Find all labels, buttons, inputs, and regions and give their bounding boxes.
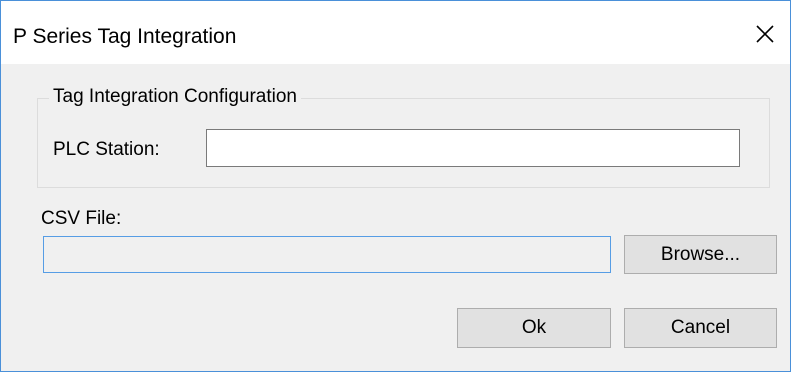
browse-button[interactable]: Browse...	[624, 235, 777, 274]
group-legend: Tag Integration Configuration	[49, 86, 301, 108]
plc-station-field[interactable]	[206, 129, 740, 167]
csv-file-label: CSV File:	[41, 208, 122, 229]
close-button[interactable]	[742, 15, 788, 53]
ok-button[interactable]: Ok	[457, 308, 611, 348]
window-title: P Series Tag Integration	[13, 25, 237, 48]
title-bar: P Series Tag Integration	[1, 1, 790, 64]
csv-file-field[interactable]	[43, 236, 611, 273]
cancel-button[interactable]: Cancel	[624, 308, 777, 348]
csv-file-input[interactable]	[44, 237, 610, 272]
plc-station-label: PLC Station:	[53, 139, 160, 160]
plc-station-input[interactable]	[207, 130, 739, 166]
close-icon	[756, 25, 774, 43]
dialog-window: P Series Tag Integration Tag Integration…	[0, 0, 791, 372]
